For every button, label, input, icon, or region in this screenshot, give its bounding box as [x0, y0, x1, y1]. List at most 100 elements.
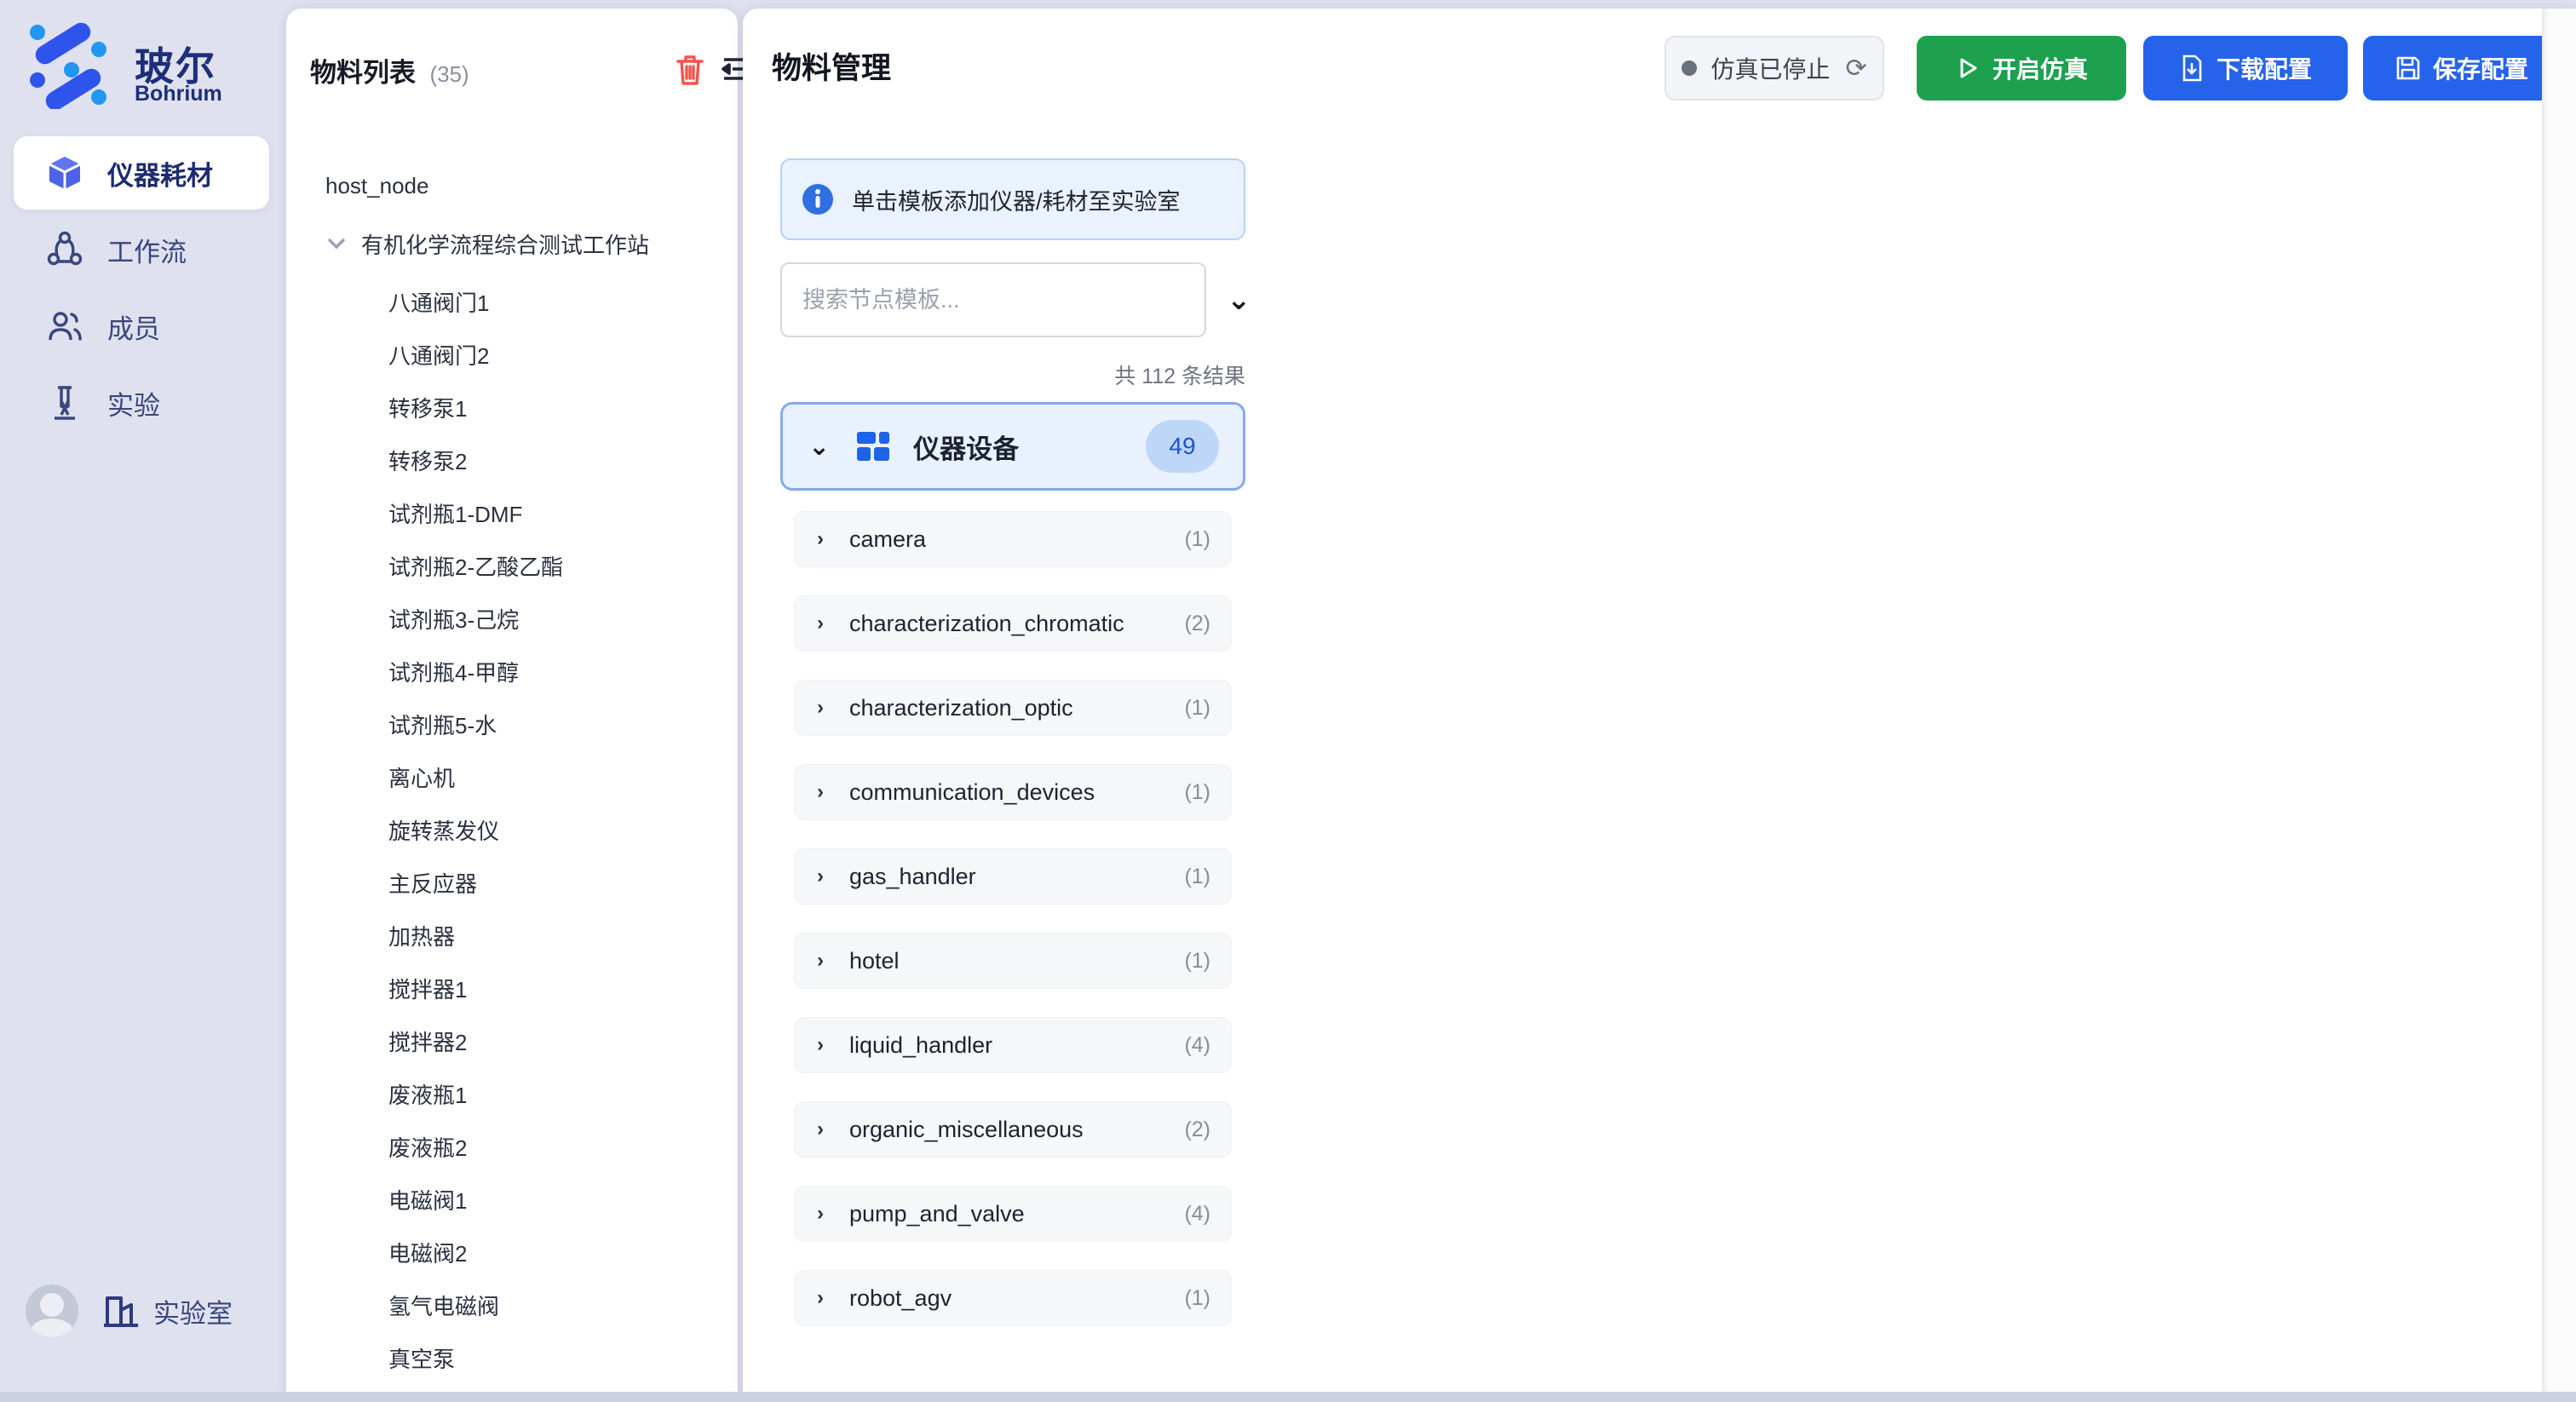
chevron-right-icon: ›	[817, 949, 824, 973]
sidebar-item-3[interactable]: 成员	[14, 290, 269, 363]
dashboard-icon	[855, 428, 891, 464]
tree-item[interactable]: 废液瓶2	[286, 1124, 738, 1169]
category-row-robot_agv[interactable]: › robot_agv (1)	[794, 1270, 1232, 1326]
chevron-down-icon	[325, 233, 348, 255]
chevron-right-icon: ›	[817, 1118, 824, 1141]
avatar[interactable]	[26, 1284, 78, 1337]
chevron-down-icon[interactable]: ⌄	[1227, 283, 1251, 317]
category-instruments[interactable]: ⌄ 仪器设备 49	[780, 402, 1245, 491]
members-icon	[46, 307, 83, 345]
chevron-right-icon: ›	[817, 527, 824, 551]
tree-item[interactable]: 试剂瓶5-水	[286, 702, 738, 746]
category-name: liquid_handler	[849, 1032, 992, 1059]
info-icon	[801, 182, 835, 216]
sidebar-item-lab[interactable]: 实验室	[101, 1291, 233, 1330]
category-row-gas_handler[interactable]: ›gas_handler(1)	[794, 848, 1232, 905]
lab-label: 实验室	[153, 1292, 233, 1330]
category-row-communication_devices[interactable]: › communication_devices (1)	[794, 764, 1232, 820]
chevron-right-icon: ›	[817, 865, 824, 888]
category-row-pump_and_valve[interactable]: ›pump_and_valve(4)	[794, 1186, 1232, 1242]
info-banner-text: 单击模板添加仪器/耗材至实验室	[852, 183, 1181, 216]
chevron-down-icon: ⌄	[808, 432, 830, 462]
lab-building-icon	[101, 1291, 140, 1330]
sidebar-item-label: 成员	[107, 307, 160, 346]
tree-item-host-node[interactable]: host_node	[286, 164, 738, 208]
category-name: characterization_optic	[849, 695, 1073, 721]
tree-item-station[interactable]: 有机化学流程综合测试工作站	[286, 221, 738, 266]
category-row-hotel[interactable]: › hotel (1)	[794, 933, 1232, 989]
chevron-right-icon: ›	[817, 1286, 824, 1310]
tree-item[interactable]: 电磁阀1	[286, 1177, 738, 1221]
result-count: 共 112 条结果	[780, 359, 1245, 390]
template-panel: 单击模板添加仪器/耗材至实验室 ⌄ 共 112 条结果 ⌄ 仪器设备 49 › c…	[768, 136, 1262, 1397]
category-name: characterization_chromatic	[849, 611, 1124, 637]
sidebar-item-label: 实验	[107, 384, 160, 422]
window-bottom-edge	[0, 1392, 2576, 1402]
search-box[interactable]	[780, 262, 1206, 337]
tree-item[interactable]: 试剂瓶1-DMF	[286, 491, 738, 535]
chevron-right-icon: ›	[817, 780, 824, 804]
category-name: robot_agv	[849, 1285, 952, 1312]
category-row-liquid_handler[interactable]: ›liquid_handler(4)	[794, 1017, 1232, 1073]
sidebar: 玻尔 Bohrium 仪器耗材工作流成员实验 实验室	[0, 0, 286, 1402]
tree-item[interactable]: 旋转蒸发仪	[286, 807, 738, 852]
category-count: (1)	[1184, 1286, 1210, 1311]
sidebar-item-1[interactable]: 仪器耗材	[14, 136, 269, 210]
materials-title: 物料列表	[310, 58, 416, 88]
brand-subname: Bohrium	[135, 82, 222, 106]
experiment-icon	[46, 384, 83, 422]
graph-canvas[interactable]: host_no…有机化学流程综合测试工作站 ⋯max_volume: 1000转…	[2014, 9, 2576, 1402]
brand-logo: 玻尔 Bohrium	[24, 20, 271, 114]
category-row-organic_miscellaneous[interactable]: › organic_miscellaneous (2)	[794, 1101, 1232, 1158]
tree-item[interactable]: 转移泵2	[286, 438, 738, 482]
workflow-icon	[46, 231, 83, 268]
tree-item[interactable]: 搅拌器2	[286, 1019, 738, 1063]
page-title: 物料管理	[772, 44, 891, 88]
tree-item[interactable]: 加热器	[286, 913, 738, 957]
category-name: camera	[849, 526, 926, 553]
chevron-right-icon: ›	[817, 1202, 824, 1226]
category-instruments-label: 仪器设备	[913, 428, 1019, 466]
tree-item-label: 有机化学流程综合测试工作站	[361, 228, 649, 260]
category-count: (1)	[1184, 949, 1210, 974]
search-input[interactable]	[802, 287, 1177, 313]
tree-item[interactable]: 试剂瓶2-乙酸乙酯	[286, 543, 738, 588]
sidebar-item-2[interactable]: 工作流	[14, 213, 269, 286]
tree-item[interactable]: 废液瓶1	[286, 1072, 738, 1116]
play-icon	[1955, 55, 1981, 81]
user-row: 实验室	[0, 1284, 286, 1353]
chevron-right-icon: ›	[817, 696, 824, 720]
sidebar-item-4[interactable]: 实验	[14, 366, 269, 440]
category-count: (2)	[1184, 1118, 1210, 1142]
refresh-icon[interactable]: ⟳	[1845, 54, 1866, 83]
category-row-characterization_optic[interactable]: › characterization_optic (1)	[794, 680, 1232, 736]
category-row-characterization_chromatic[interactable]: ›characterization_chromatic(2)	[794, 595, 1232, 652]
tree-item[interactable]: 电磁阀2	[286, 1230, 738, 1274]
category-count: (1)	[1184, 527, 1210, 552]
tree-item[interactable]: 主反应器	[286, 860, 738, 905]
sidebar-item-label: 工作流	[107, 231, 187, 269]
info-banner: 单击模板添加仪器/耗材至实验室	[780, 158, 1245, 240]
tree-item[interactable]: 离心机	[286, 755, 738, 799]
tree-item[interactable]: 试剂瓶3-己烷	[286, 596, 738, 641]
tree-item[interactable]: 八通阀门1	[286, 279, 738, 324]
tree-item[interactable]: 转移泵1	[286, 385, 738, 429]
category-count: (2)	[1184, 612, 1210, 636]
tree-item[interactable]: 氢气电磁阀	[286, 1283, 738, 1327]
tree-item[interactable]: 八通阀门2	[286, 332, 738, 376]
category-count: (1)	[1184, 780, 1210, 805]
category-count: (1)	[1184, 696, 1210, 721]
sim-status-pill[interactable]: 仿真已停止 ⟳	[1665, 36, 1884, 101]
category-name: communication_devices	[849, 779, 1095, 806]
category-name: organic_miscellaneous	[849, 1117, 1084, 1143]
tree-item[interactable]: 搅拌器1	[286, 966, 738, 1010]
category-count-badge: 49	[1146, 420, 1219, 473]
category-name: pump_and_valve	[849, 1201, 1025, 1227]
category-row-camera[interactable]: › camera (1)	[794, 511, 1232, 567]
sim-status-label: 仿真已停止	[1711, 51, 1830, 85]
category-name: hotel	[849, 948, 900, 974]
chevron-right-icon: ›	[817, 1033, 824, 1057]
tree-item[interactable]: 试剂瓶4-甲醇	[286, 649, 738, 693]
trash-icon[interactable]	[675, 53, 705, 87]
tree-item[interactable]: 真空泵	[286, 1336, 738, 1380]
